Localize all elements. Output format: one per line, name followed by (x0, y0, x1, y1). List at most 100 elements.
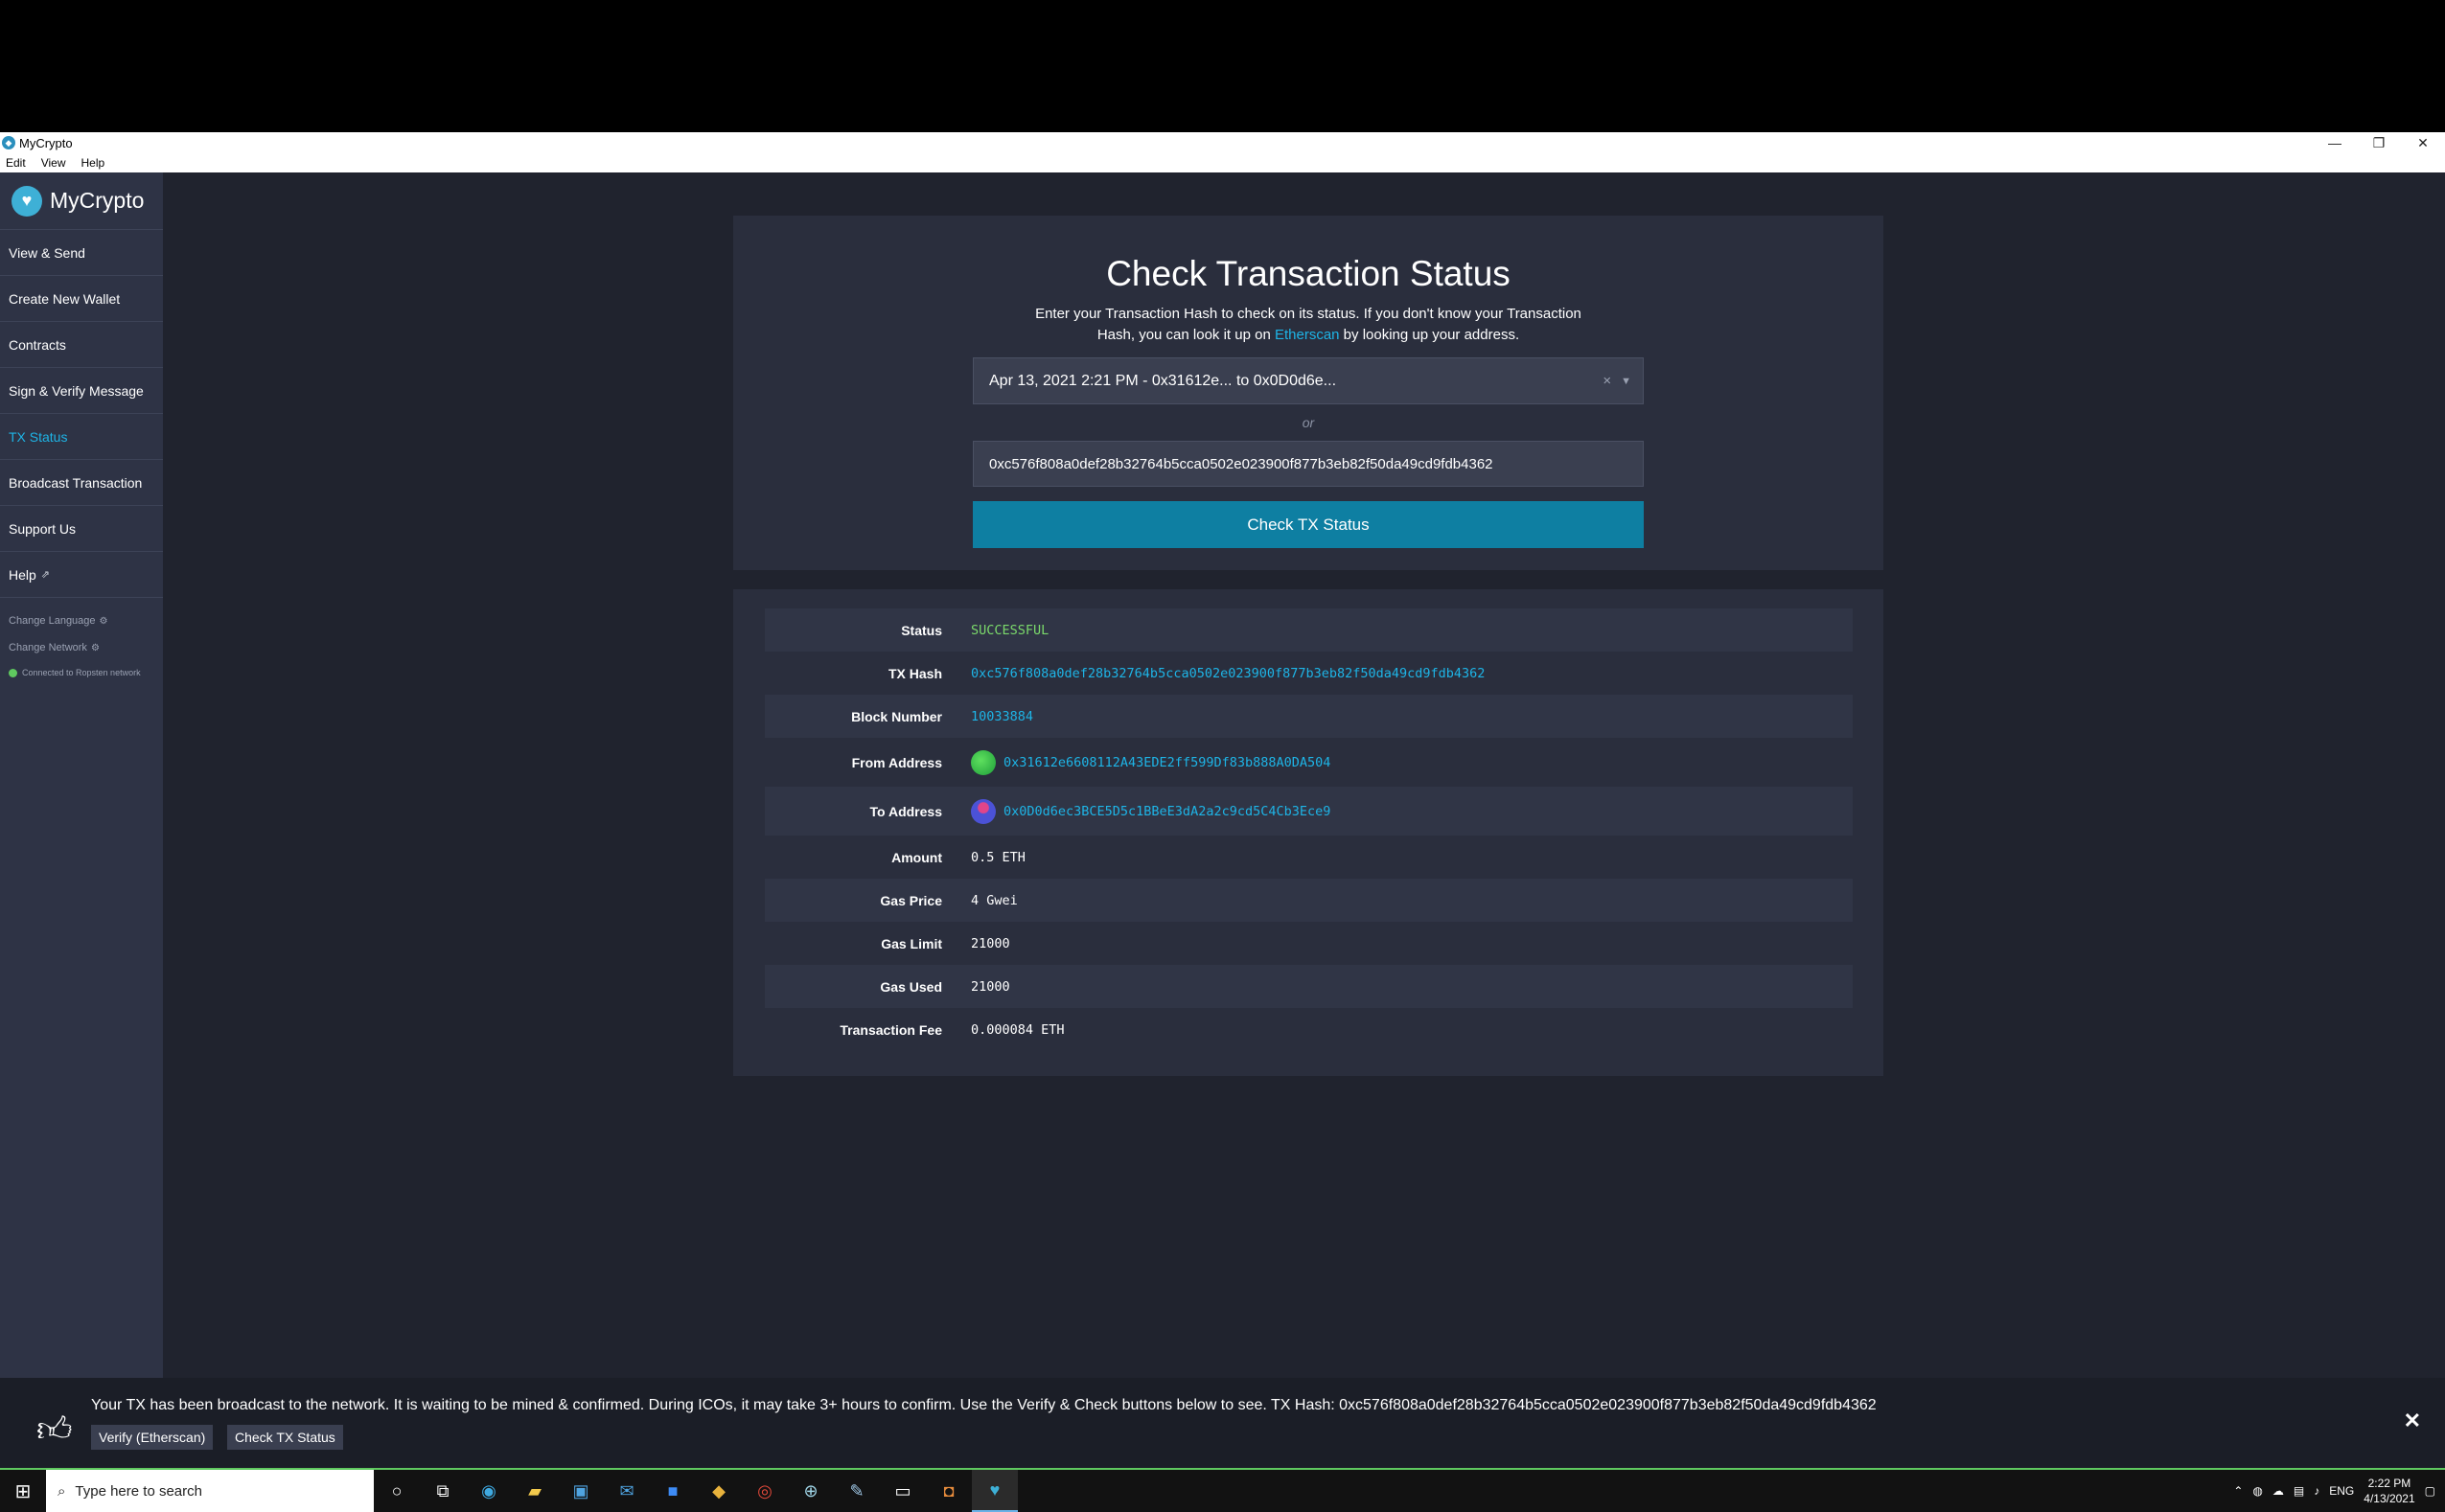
tx-hash-link[interactable]: 0xc576f808a0def28b32764b5cca0502e023900f… (971, 666, 1485, 681)
sidebar-item-label: Contracts (9, 336, 66, 353)
terminal-icon[interactable]: ▭ (880, 1470, 926, 1512)
desc-text-after: by looking up your address. (1339, 327, 1520, 343)
amount-value: 0.5 ETH (971, 849, 1026, 865)
notification-check-tx-button[interactable]: Check TX Status (227, 1425, 343, 1450)
taskbar-search[interactable]: ⌕ Type here to search (46, 1470, 374, 1512)
gas-price-value: 4 Gwei (971, 892, 1018, 908)
from-address-link[interactable]: 0x31612e6608112A43EDE2ff599Df83b888A0DA5… (1003, 755, 1330, 770)
sidebar-item-help[interactable]: Help ⇗ (0, 552, 163, 598)
chevron-up-icon[interactable]: ⌃ (2233, 1484, 2243, 1498)
verify-etherscan-button[interactable]: Verify (Etherscan) (91, 1425, 214, 1450)
status-value: SUCCESSFUL (971, 622, 1050, 638)
minimize-button[interactable]: — (2313, 132, 2357, 153)
cortana-icon[interactable]: ○ (374, 1470, 420, 1512)
broadcast-notification: 👍︎ Your TX has been broadcast to the net… (0, 1378, 2445, 1470)
detail-row-amount: Amount 0.5 ETH (765, 836, 1853, 879)
chevron-down-icon[interactable]: ▼ (1621, 376, 1631, 387)
change-language-label: Change Language (9, 615, 96, 627)
to-identicon-icon (971, 798, 996, 824)
window-title: MyCrypto (19, 135, 73, 150)
menu-bar: Edit View Help (0, 153, 2445, 172)
sidebar-item-label: Support Us (9, 520, 77, 537)
to-address[interactable]: 0x0D0d6ec3BCE5D5c1BBeE3dA2a2c9cd5C4Cb3Ec… (971, 798, 1330, 824)
network-icon[interactable]: ▤ (2294, 1484, 2304, 1498)
to-address-link[interactable]: 0x0D0d6ec3BCE5D5c1BBeE3dA2a2c9cd5C4Cb3Ec… (1003, 804, 1330, 819)
sidebar-item-label: TX Status (9, 428, 68, 445)
close-window-button[interactable]: ✕ (2401, 132, 2445, 153)
detail-row-gas-price: Gas Price 4 Gwei (765, 879, 1853, 922)
sidebar-item-contracts[interactable]: Contracts (0, 322, 163, 368)
notepad-icon[interactable]: ✎ (834, 1470, 880, 1512)
sidebar-item-tx-status[interactable]: TX Status (0, 414, 163, 460)
detail-label: Gas Limit (881, 935, 942, 951)
change-network-link[interactable]: Change Network ⚙ (0, 634, 163, 661)
sidebar-item-broadcast[interactable]: Broadcast Transaction (0, 460, 163, 506)
recent-tx-select[interactable]: Apr 13, 2021 2:21 PM - 0x31612e... to 0x… (973, 357, 1644, 404)
tx-details-table: Status SUCCESSFUL TX Hash 0xc576f808a0de… (765, 608, 1853, 1051)
detail-row-to: To Address 0x0D0d6ec3BCE5D5c1BBeE3dA2a2c… (765, 787, 1853, 836)
clock[interactable]: 2:22 PM 4/13/2021 (2364, 1476, 2414, 1506)
detail-row-tx-hash: TX Hash 0xc576f808a0def28b32764b5cca0502… (765, 652, 1853, 695)
package-icon[interactable]: ◘ (926, 1470, 972, 1512)
status-dot-icon (9, 668, 17, 677)
detail-row-status: Status SUCCESSFUL (765, 608, 1853, 652)
detail-label: Gas Price (880, 892, 942, 908)
edge-icon[interactable]: ◉ (466, 1470, 512, 1512)
thumbs-up-icon: 👍︎ (36, 1409, 73, 1449)
windows-start-icon[interactable]: ⊞ (0, 1470, 46, 1512)
git-icon[interactable]: ◆ (696, 1470, 742, 1512)
search-placeholder: Type here to search (75, 1482, 202, 1500)
sidebar-item-sign-verify[interactable]: Sign & Verify Message (0, 368, 163, 414)
sidebar-item-create-wallet[interactable]: Create New Wallet (0, 276, 163, 322)
etherscan-link[interactable]: Etherscan (1275, 327, 1340, 343)
detail-label: Transaction Fee (840, 1021, 942, 1038)
detail-label: To Address (869, 803, 942, 819)
screen: ◆ MyCrypto — ❐ ✕ Edit View Help ♥ MyCryp… (0, 0, 2445, 1512)
gas-used-value: 21000 (971, 978, 1010, 995)
volume-icon[interactable]: ♪ (2314, 1484, 2319, 1498)
detail-row-from: From Address 0x31612e6608112A43EDE2ff599… (765, 738, 1853, 787)
from-address[interactable]: 0x31612e6608112A43EDE2ff599Df83b888A0DA5… (971, 749, 1330, 775)
close-icon[interactable]: ✕ (2404, 1409, 2421, 1433)
mail-icon[interactable]: ✉ (604, 1470, 650, 1512)
check-tx-status-button[interactable]: Check TX Status (973, 501, 1644, 548)
notifications-icon[interactable]: ▢ (2425, 1484, 2435, 1498)
detail-label: Amount (891, 849, 942, 865)
sidebar-item-label: Help (9, 566, 36, 583)
menu-help[interactable]: Help (81, 156, 104, 170)
mycrypto-taskbar-icon[interactable]: ♥ (972, 1470, 1018, 1512)
tx-hash-input[interactable] (973, 441, 1644, 487)
menu-edit[interactable]: Edit (6, 156, 26, 170)
sidebar-item-label: View & Send (9, 244, 85, 261)
change-language-link[interactable]: Change Language ⚙ (0, 607, 163, 634)
globe-icon[interactable]: ⊕ (788, 1470, 834, 1512)
clear-icon[interactable]: × (1603, 373, 1611, 389)
store-icon[interactable]: ▣ (558, 1470, 604, 1512)
cloud-icon[interactable]: ☁ (2272, 1484, 2284, 1498)
selected-tx-text: Apr 13, 2021 2:21 PM - 0x31612e... to 0x… (989, 372, 1337, 389)
zoom-icon[interactable]: ■ (650, 1470, 696, 1512)
block-number-link[interactable]: 10033884 (971, 709, 1033, 724)
sidebar-item-support[interactable]: Support Us (0, 506, 163, 552)
detail-label: Gas Used (880, 978, 942, 995)
notification-text: Your TX has been broadcast to the networ… (91, 1397, 1877, 1413)
window-titlebar: ◆ MyCrypto — ❐ ✕ (0, 132, 2445, 153)
language-indicator[interactable]: ENG (2329, 1484, 2354, 1498)
page-description: Enter your Transaction Hash to check on … (1021, 304, 1596, 346)
gas-limit-value: 21000 (971, 935, 1010, 951)
brand-name: MyCrypto (50, 188, 145, 213)
brand[interactable]: ♥ MyCrypto (0, 172, 163, 230)
sidebar-item-view-send[interactable]: View & Send (0, 230, 163, 276)
task-view-icon[interactable]: ⧉ (420, 1470, 466, 1512)
menu-view[interactable]: View (41, 156, 66, 170)
from-identicon-icon (971, 749, 996, 775)
chrome-icon[interactable]: ◎ (742, 1470, 788, 1512)
search-icon: ⌕ (58, 1482, 66, 1500)
tray-icon[interactable]: ◍ (2252, 1484, 2262, 1498)
or-divider: or (1302, 415, 1315, 430)
page-title: Check Transaction Status (1106, 254, 1511, 293)
file-explorer-icon[interactable]: ▰ (512, 1470, 558, 1512)
restore-button[interactable]: ❐ (2357, 132, 2401, 153)
gear-icon: ⚙ (90, 642, 100, 653)
mycrypto-logo-icon: ♥ (12, 185, 42, 217)
